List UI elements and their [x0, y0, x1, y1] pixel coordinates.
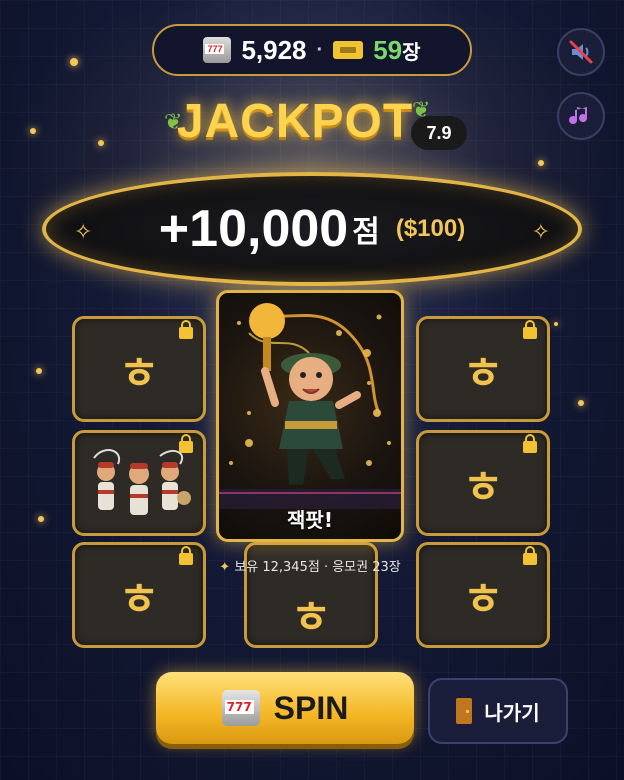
- locked-tile[interactable]: ㅎ: [416, 430, 550, 536]
- sparkle-star-icon: ✦: [219, 560, 231, 575]
- version-badge: 7.9: [411, 116, 467, 150]
- sound-toggle-button[interactable]: [557, 28, 605, 76]
- sparkle: [30, 128, 36, 134]
- jackpot-card-label: 잭팟!: [287, 508, 333, 532]
- exit-button-label: 나가기: [484, 700, 540, 725]
- sparkle: [36, 368, 42, 374]
- lock-icon: [179, 320, 193, 339]
- lock-icon: [523, 434, 537, 453]
- sparkle: [554, 322, 558, 326]
- slot-machine-icon: [203, 37, 232, 63]
- sparkle: [538, 160, 544, 166]
- prize-unit: 점: [352, 215, 380, 250]
- locked-tile[interactable]: ㅎ: [416, 316, 550, 422]
- jackpot-title: JACKPOT: [176, 95, 414, 148]
- locked-tile[interactable]: ㅎ: [72, 542, 206, 648]
- tile-glyph: ㅎ: [118, 574, 160, 625]
- tile-glyph: ㅎ: [462, 462, 504, 513]
- character-tile[interactable]: [72, 430, 206, 536]
- holding-summary: ✦ 보유 12,345점 · 응모권 23장: [200, 556, 420, 575]
- sparkle: [578, 400, 584, 406]
- tile-glyph: ㅎ: [462, 574, 504, 625]
- lock-icon: [179, 434, 193, 453]
- separator: ·: [316, 38, 324, 61]
- lock-icon: [179, 546, 193, 565]
- spin-button[interactable]: SPIN: [156, 672, 414, 744]
- door-icon: [456, 698, 473, 724]
- prize-amount: +10,000: [158, 200, 349, 258]
- slot-machine-icon: [221, 690, 260, 726]
- lock-icon: [523, 546, 537, 565]
- lock-icon: [523, 320, 537, 339]
- ticket-icon: [333, 41, 364, 59]
- dancers-illustration: [93, 449, 191, 515]
- ticket-unit: 장: [402, 41, 421, 64]
- locked-tile[interactable]: ㅎ: [72, 316, 206, 422]
- speaker-muted-icon: [569, 40, 593, 64]
- jackpot-character-illustration: [219, 303, 401, 509]
- tile-glyph: ㅎ: [118, 348, 160, 399]
- sparkle: [70, 58, 78, 66]
- currency-bar: 5,928 · 59장: [152, 24, 472, 76]
- holding-summary-text: 보유 12,345점 · 응모권 23장: [234, 560, 401, 575]
- sparkle: [98, 140, 104, 146]
- diamond-sparkle-icon: ✧: [74, 220, 93, 245]
- tile-glyph: ㅎ: [290, 592, 332, 643]
- locked-tile[interactable]: ㅎ: [416, 542, 550, 648]
- tile-glyph: ㅎ: [462, 348, 504, 399]
- ticket-count: 59: [373, 34, 403, 65]
- exit-button[interactable]: 나가기: [428, 678, 568, 744]
- spin-button-label: SPIN: [273, 689, 349, 726]
- diamond-sparkle-icon: ✧: [531, 220, 550, 245]
- prize-usd: ($100): [395, 215, 466, 242]
- sparkle: [38, 516, 44, 522]
- jackpot-character-card[interactable]: 잭팟!: [216, 290, 404, 542]
- coin-balance: 5,928: [241, 34, 307, 65]
- music-note-icon: [569, 107, 588, 125]
- jackpot-prize-banner: ✧ +10,000 점 ($100) ✧: [42, 172, 582, 286]
- music-toggle-button[interactable]: [557, 92, 605, 140]
